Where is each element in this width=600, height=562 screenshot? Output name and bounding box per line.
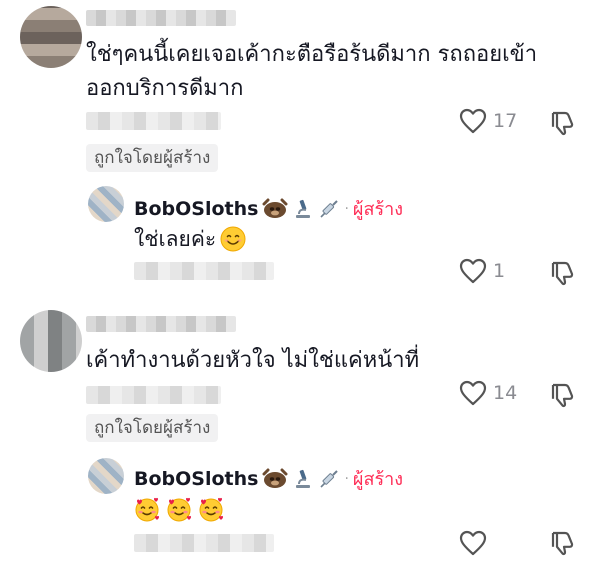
microscope-icon [296,199,311,218]
reply-meta-redacted [134,534,274,552]
like-button[interactable]: 14 [459,380,517,406]
heart-outline-icon [459,108,487,134]
separator-dot: · [344,200,349,217]
commenter-name-redacted[interactable] [86,316,236,332]
reply-text: ใช่เลยค่ะ [134,227,217,251]
commenter-avatar[interactable] [20,6,82,68]
thumbs-down-icon[interactable] [548,110,576,136]
separator-dot: · [344,470,349,487]
reply-username[interactable]: BobOSloths [134,198,258,220]
heart-outline-icon [459,380,487,406]
author-tag: ผู้สร้าง [352,199,404,220]
reply-content: ใช่เลยค่ะ [134,224,246,254]
creator-avatar[interactable] [88,186,124,222]
heart-outline-icon[interactable] [459,530,487,556]
creator-liked-badge: ถูกใจโดยผู้สร้าง [86,414,219,442]
smiling-face-with-hearts-icon [135,497,159,522]
sloth-icon [262,468,288,488]
commenter-name-redacted[interactable] [86,10,236,26]
creator-avatar[interactable] [88,458,124,494]
creator-liked-badge: ถูกใจโดยผู้สร้าง [86,144,219,172]
syringe-icon [320,469,339,488]
comment-text: ใช่ๆคนนี้เคยเจอเค้ากะตือรือร้นดีมาก รถถอ… [86,42,538,101]
author-tag: ผู้สร้าง [352,469,404,490]
reply-header: BobOSloths · ผู้สร้าง [134,194,403,223]
microscope-icon [296,469,311,488]
reply-header: BobOSloths · ผู้สร้าง [134,464,403,493]
reply-meta-redacted [134,262,274,280]
heart-outline-icon [459,258,487,284]
syringe-icon [320,199,339,218]
smiling-face-with-hearts-icon [199,497,223,522]
smiling-face-icon [220,226,246,252]
thumbs-down-icon[interactable] [548,260,576,286]
commenter-avatar[interactable] [20,310,82,372]
reply-content [134,496,224,522]
reply-username[interactable]: BobOSloths [134,468,258,490]
comment-text: เค้าทำงานด้วยหัวใจ ไม่ใช่แค่หน้าที่ [86,348,420,373]
comment-meta-redacted [86,386,221,404]
thumbs-down-icon[interactable] [548,382,576,408]
sloth-icon [262,198,288,218]
like-count: 17 [493,110,518,132]
comment-meta-redacted [86,112,221,130]
reply-like-count: 1 [493,260,506,282]
thumbs-down-icon[interactable] [548,530,576,556]
like-count: 14 [493,382,518,404]
smiling-face-with-hearts-icon [167,497,191,522]
like-button[interactable]: 17 [459,108,517,134]
reply-like-button[interactable]: 1 [459,258,505,284]
